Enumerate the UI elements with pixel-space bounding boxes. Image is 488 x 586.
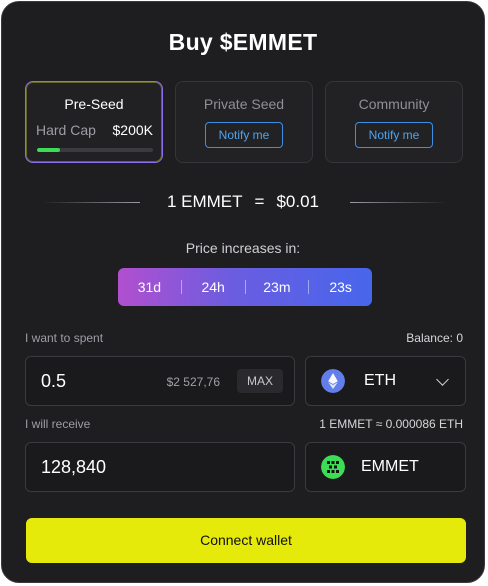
timer-days: 31d: [137, 279, 162, 295]
hard-cap-label: Hard Cap: [36, 122, 96, 138]
exchange-rate-row: 1 EMMET = $0.01: [2, 190, 484, 214]
timer-seconds: 23s: [329, 279, 352, 295]
card-title: Buy $EMMET: [168, 29, 318, 55]
timer-minutes: 23m: [263, 279, 291, 295]
balance-text: Balance: 0: [406, 331, 463, 345]
rate-right: $0.01: [276, 192, 320, 211]
connect-wallet-button[interactable]: Connect wallet: [26, 518, 466, 563]
tier-pre-seed[interactable]: Pre-Seed Hard Cap $200K: [25, 81, 163, 163]
tier-name: Pre-Seed: [64, 96, 124, 112]
tier-private-seed[interactable]: Private Seed Notify me: [175, 81, 313, 163]
rate-equals: =: [254, 192, 265, 211]
eth-icon: [321, 369, 345, 393]
token-name: EMMET: [361, 458, 419, 475]
timer-hours: 24h: [201, 279, 225, 295]
receive-label: I will receive: [25, 417, 91, 431]
spend-usd-value: $2 527,76: [166, 375, 220, 389]
hard-cap-value: $200K: [112, 122, 153, 138]
notify-me-button[interactable]: Notify me: [355, 122, 433, 148]
tier-name: Community: [358, 96, 430, 112]
chevron-down-icon[interactable]: [436, 373, 449, 386]
token-select-eth[interactable]: ETH: [305, 356, 466, 406]
spend-amount-input[interactable]: 0.5: [41, 371, 66, 392]
tier-name: Private Seed: [203, 96, 285, 112]
divider: [350, 202, 448, 203]
tier-progress-fill: [37, 148, 61, 152]
rate-left: 1 EMMET: [166, 192, 243, 211]
notify-me-button[interactable]: Notify me: [205, 122, 283, 148]
receive-amount-input[interactable]: 128,840: [41, 457, 106, 478]
emmet-token-icon: [321, 455, 345, 479]
countdown-timer: 31d 24h 23m 23s: [118, 268, 372, 306]
tier-community[interactable]: Community Notify me: [325, 81, 463, 163]
spend-amount-field[interactable]: 0.5 $2 527,76 MAX: [25, 356, 295, 406]
receive-rate: 1 EMMET ≈ 0.000086 ETH: [319, 417, 463, 431]
tier-progress-bar: [37, 148, 153, 152]
token-display-emmet: EMMET: [305, 442, 466, 492]
receive-amount-field[interactable]: 128,840: [25, 442, 295, 492]
token-name: ETH: [364, 372, 396, 389]
buy-card: Buy $EMMET Pre-Seed Hard Cap $200K Priva…: [1, 1, 485, 583]
price-increase-label: Price increases in:: [185, 240, 301, 256]
max-button[interactable]: MAX: [237, 369, 283, 393]
spend-label: I want to spent: [25, 331, 104, 345]
